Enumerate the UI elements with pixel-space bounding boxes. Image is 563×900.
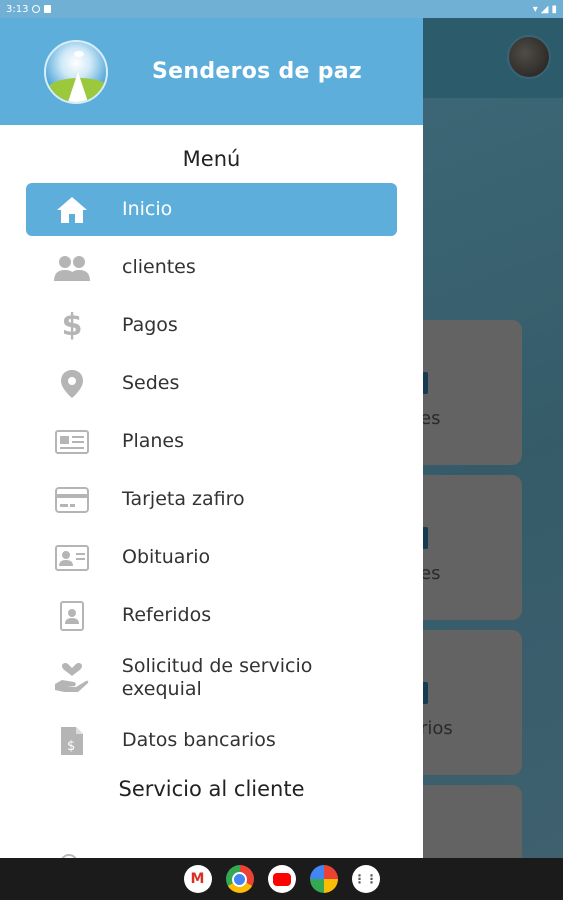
users-icon: [52, 253, 92, 283]
menu-item-inicio[interactable]: Inicio: [26, 183, 397, 236]
newspaper-icon: [52, 427, 92, 457]
menu-item-datos-bancarios[interactable]: $ Datos bancarios: [26, 714, 397, 767]
section-heading-servicio-cliente: Servicio al cliente: [118, 777, 305, 801]
dollar-icon: $: [61, 308, 83, 343]
menu-item-obituario[interactable]: Obituario: [26, 531, 397, 584]
home-icon: [52, 195, 92, 225]
signal-icon: ◢: [540, 3, 549, 15]
sync-icon: [32, 5, 41, 13]
sim-icon: [44, 5, 52, 13]
menu-list: Inicio clientes $ Pagos Sedes Planes Tar…: [0, 183, 423, 767]
youtube-icon[interactable]: [267, 865, 296, 893]
status-bar: 3:13 ▾ ◢ ▮: [0, 0, 563, 18]
menu-item-solicitud-servicio[interactable]: Solicitud de servicio exequial: [26, 647, 397, 709]
menu-item-clientes[interactable]: clientes: [26, 241, 397, 294]
bank-document-icon: $: [52, 726, 92, 756]
navigation-drawer: Senderos de paz Menú Inicio clientes $ P…: [0, 18, 423, 858]
credit-card-icon: [52, 485, 92, 515]
menu-item-referidos[interactable]: Referidos: [26, 589, 397, 642]
contact-book-icon: [52, 600, 92, 631]
menu-item-pagos[interactable]: $ Pagos: [26, 299, 397, 352]
app-launcher-icon[interactable]: ⋮⋮: [351, 865, 380, 893]
menu-heading: Menú: [182, 147, 241, 171]
status-time: 3:13: [6, 3, 29, 15]
wifi-icon: ▾: [532, 3, 538, 15]
photos-icon[interactable]: [309, 865, 338, 893]
location-pin-icon: [52, 369, 92, 399]
gmail-icon[interactable]: M: [183, 865, 212, 893]
hand-heart-icon: [52, 662, 92, 693]
app-logo: [44, 39, 108, 104]
svg-text:$: $: [67, 739, 75, 754]
app-title: Senderos de paz: [152, 59, 363, 84]
menu-item-planes[interactable]: Planes: [26, 415, 397, 468]
taskbar: M ⋮⋮: [0, 858, 563, 900]
battery-icon: ▮: [551, 3, 557, 15]
menu-item-tarjeta-zafiro[interactable]: Tarjeta zafiro: [26, 473, 397, 526]
menu-item-sedes[interactable]: Sedes: [26, 357, 397, 410]
drawer-header: Senderos de paz: [0, 18, 423, 125]
chrome-icon[interactable]: [225, 865, 254, 893]
id-card-icon: [52, 543, 92, 573]
